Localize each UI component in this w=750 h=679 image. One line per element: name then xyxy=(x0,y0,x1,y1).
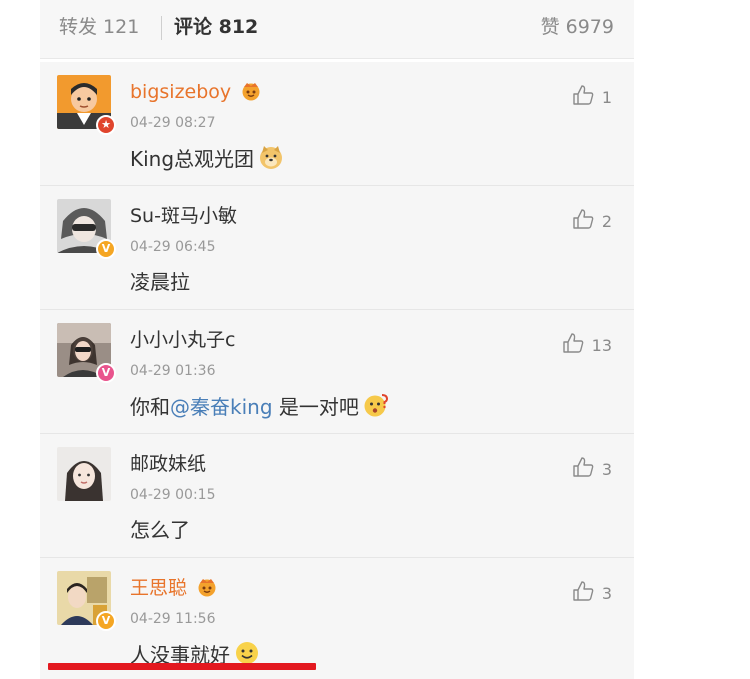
avatar-photo-icon xyxy=(57,447,111,501)
like-count: 2 xyxy=(601,212,612,231)
mention-link[interactable]: @秦奋king xyxy=(170,395,273,419)
tab-likes[interactable]: 赞 6979 xyxy=(541,14,614,40)
like-button[interactable]: 3 xyxy=(572,456,612,480)
tab-repost[interactable]: 转发 121 xyxy=(59,14,139,40)
comment-item: ★ bigsizeboy 04-29 08:27 King总观光团 1 xyxy=(40,62,634,185)
username: bigsizeboy xyxy=(130,81,232,103)
username-link[interactable]: bigsizeboy xyxy=(130,79,263,105)
tab-bar: 转发 121 评论 812 赞 6979 xyxy=(40,0,634,59)
comment-text-after: 是一对吧 xyxy=(272,395,359,419)
tab-divider xyxy=(161,16,162,40)
verified-badge-icon: V xyxy=(96,363,116,383)
comment-item: V Su-斑马小敏 04-29 06:45 凌晨拉 2 xyxy=(40,186,634,309)
comment-item: V 小小小丸子c 04-29 01:36 你和@秦奋king 是一对吧 13 xyxy=(40,310,634,433)
like-button[interactable]: 3 xyxy=(572,580,612,604)
like-count: 13 xyxy=(591,336,612,355)
comment-time: 04-29 01:36 xyxy=(130,363,216,379)
username: Su-斑马小敏 xyxy=(130,205,237,227)
comment-time: 04-29 08:27 xyxy=(130,115,216,131)
comment-text-line: 凌晨拉 xyxy=(130,268,190,296)
thumbs-up-icon xyxy=(562,333,583,353)
username-link[interactable]: 小小小丸子c xyxy=(130,327,235,353)
like-button[interactable]: 1 xyxy=(572,84,612,108)
comment-time: 04-29 06:45 xyxy=(130,239,216,255)
like-button[interactable]: 13 xyxy=(562,332,612,356)
comment-text-line: King总观光团 xyxy=(130,144,284,173)
comment-text-before: 你和 xyxy=(130,395,170,419)
thumbs-up-icon xyxy=(573,457,594,477)
username-link[interactable]: Su-斑马小敏 xyxy=(130,203,237,229)
comment-text: 凌晨拉 xyxy=(130,270,190,294)
comment-time: 04-29 11:56 xyxy=(130,611,216,627)
comment-time: 04-29 00:15 xyxy=(130,487,216,503)
vip-crown-icon xyxy=(242,83,260,101)
comment-list: ★ bigsizeboy 04-29 08:27 King总观光团 1 V Su… xyxy=(40,62,634,679)
thumbs-up-icon xyxy=(573,209,594,229)
username: 邮政妹纸 xyxy=(130,453,207,475)
vip-crown-icon xyxy=(198,579,216,597)
wonder-emoji xyxy=(364,394,388,417)
username-link[interactable]: 邮政妹纸 xyxy=(130,451,206,477)
red-underline-annotation xyxy=(48,663,316,670)
like-button[interactable]: 2 xyxy=(572,208,612,232)
comment-text-line: 怎么了 xyxy=(130,516,190,544)
comment-item: 邮政妹纸 04-29 00:15 怎么了 3 xyxy=(40,434,634,557)
username: 王思聪 xyxy=(130,577,188,599)
doge-emoji xyxy=(260,146,283,169)
verified-badge-icon: V xyxy=(96,611,116,631)
username: 小小小丸子c xyxy=(130,329,236,351)
username-link[interactable]: 王思聪 xyxy=(130,575,219,601)
comment-item: V 王思聪 04-29 11:56 人没事就好 3 xyxy=(40,558,634,679)
avatar[interactable] xyxy=(57,447,111,501)
like-count: 1 xyxy=(601,88,612,107)
tab-comments[interactable]: 评论 812 xyxy=(174,14,258,40)
comment-text: 怎么了 xyxy=(130,518,190,542)
verified-badge-icon: V xyxy=(96,239,116,259)
thumbs-up-icon xyxy=(573,85,594,105)
star-badge-icon: ★ xyxy=(96,115,116,135)
like-count: 3 xyxy=(601,460,612,479)
comment-text: King总观光团 xyxy=(130,147,255,171)
thumbs-up-icon xyxy=(573,581,594,601)
like-count: 3 xyxy=(601,584,612,603)
comment-text-line: 你和@秦奋king 是一对吧 xyxy=(130,392,389,421)
weibo-comments-screenshot: 转发 121 评论 812 赞 6979 ★ bigsizeboy 04-29 … xyxy=(0,0,750,679)
